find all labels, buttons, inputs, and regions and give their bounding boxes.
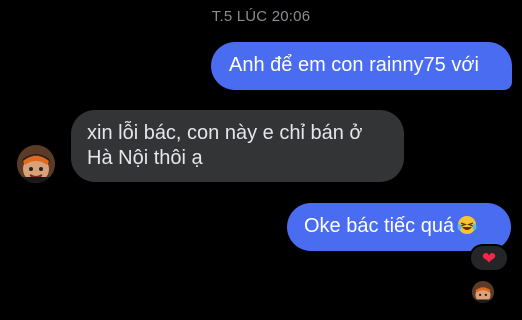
seen-avatar-image bbox=[472, 281, 494, 303]
laughing-tears-emoji-icon bbox=[457, 215, 477, 235]
seen-avatar bbox=[472, 281, 494, 303]
message-text: Oke bác tiếc quá bbox=[304, 215, 455, 237]
heart-icon: ❤ bbox=[481, 248, 497, 268]
message-text: Anh để em con rainny75 với bbox=[229, 54, 479, 76]
message-timestamp: T.5 LÚC 20:06 bbox=[211, 8, 311, 25]
message-text-line: Hà Nội thôi ạ bbox=[87, 147, 203, 169]
message-bubble-incoming[interactable]: xin lỗi bác, con này e chỉ bán ở Hà Nội … bbox=[71, 110, 404, 182]
message-reaction[interactable]: ❤ bbox=[469, 244, 509, 272]
contact-avatar[interactable] bbox=[17, 145, 55, 183]
chat-screen: T.5 LÚC 20:06 Anh để em con rainny75 với… bbox=[0, 0, 522, 320]
avatar-image bbox=[17, 145, 55, 183]
message-text-line: xin lỗi bác, con này e chỉ bán ở bbox=[87, 122, 363, 144]
message-bubble-outgoing[interactable]: Anh để em con rainny75 với bbox=[211, 42, 512, 90]
